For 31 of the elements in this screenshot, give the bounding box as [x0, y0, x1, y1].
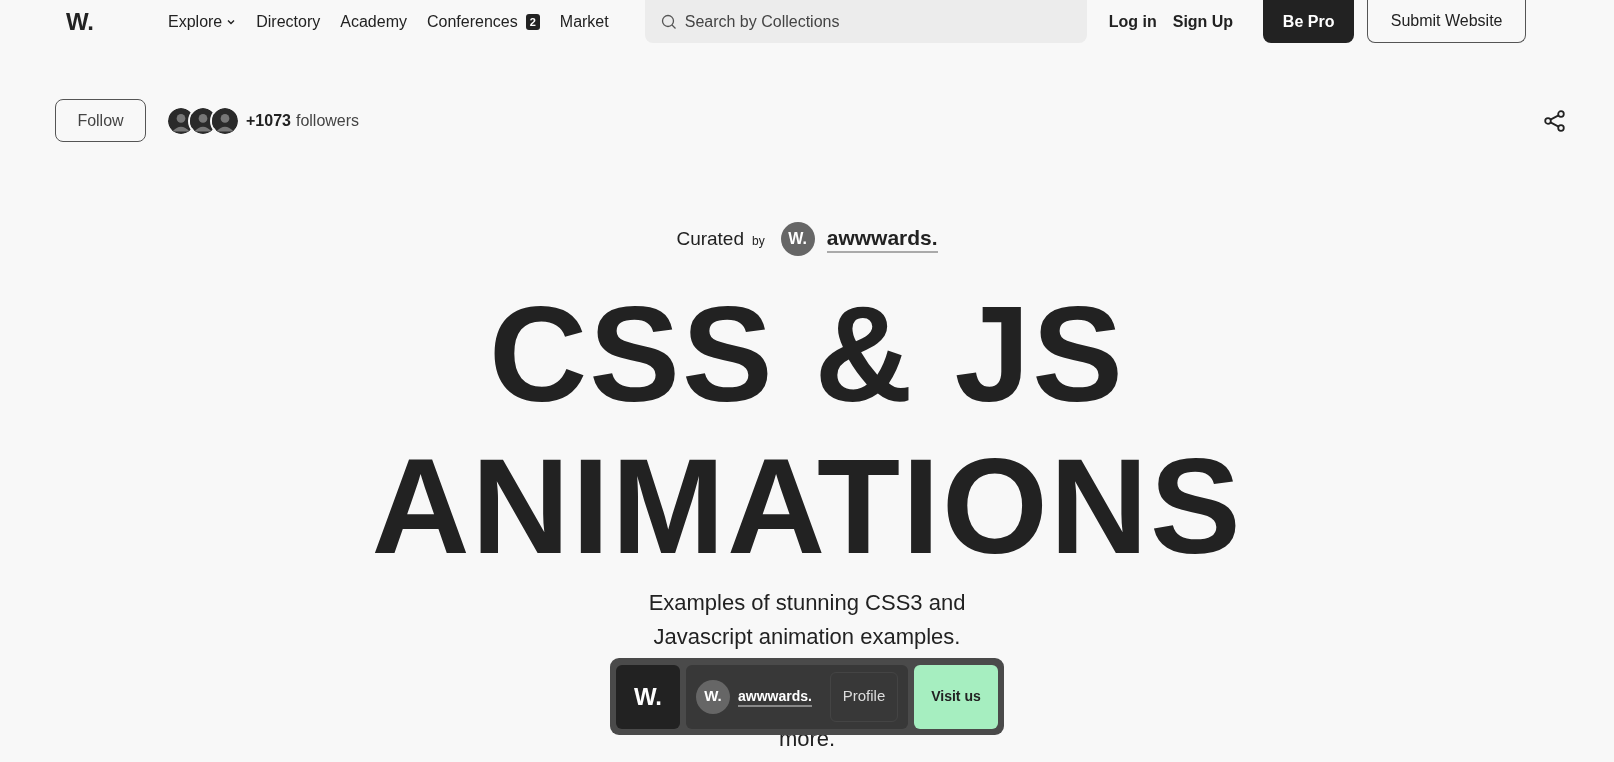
- curator-link[interactable]: awwwards.: [826, 225, 938, 253]
- curator-avatar: W.: [780, 222, 815, 256]
- nav-link[interactable]: Explore: [168, 9, 237, 34]
- nav-link[interactable]: Market: [559, 9, 609, 34]
- description-text: Javascript animation examples.: [653, 623, 961, 651]
- avatar-icon: [210, 105, 240, 136]
- logo[interactable]: W.: [66, 3, 168, 40]
- description-text: Examples of stunning CSS3 and: [648, 589, 966, 617]
- share-icon[interactable]: [1544, 109, 1566, 132]
- follow-button[interactable]: Follow: [55, 99, 146, 142]
- nav-link[interactable]: Directory: [256, 9, 321, 34]
- bar-logo[interactable]: W.: [616, 664, 680, 729]
- follower-count: +1073: [246, 110, 291, 131]
- profile-button[interactable]: Profile: [830, 671, 898, 722]
- profile-name-link[interactable]: awwwards.: [738, 686, 812, 707]
- by-label: by: [752, 233, 765, 250]
- submit-website-button[interactable]: Submit Website: [1367, 0, 1527, 43]
- count-badge: 2: [525, 13, 540, 30]
- auth-link[interactable]: Sign Up: [1172, 9, 1234, 34]
- visit-button[interactable]: Visit us: [914, 664, 998, 729]
- be-pro-button[interactable]: Be Pro: [1263, 0, 1355, 43]
- page-title: CSS & JS: [489, 278, 1125, 430]
- page-title: ANIMATIONS: [371, 430, 1243, 582]
- search-field[interactable]: Search by Collections: [644, 0, 1087, 43]
- curated-label: Curated: [676, 226, 744, 251]
- nav-link[interactable]: Academy: [340, 9, 407, 34]
- followers-label: followers: [295, 110, 360, 131]
- nav-link[interactable]: Conferences 2: [426, 9, 540, 34]
- auth-link[interactable]: Log in: [1108, 9, 1157, 34]
- bar-avatar: W.: [696, 679, 730, 714]
- search-icon: [660, 14, 677, 30]
